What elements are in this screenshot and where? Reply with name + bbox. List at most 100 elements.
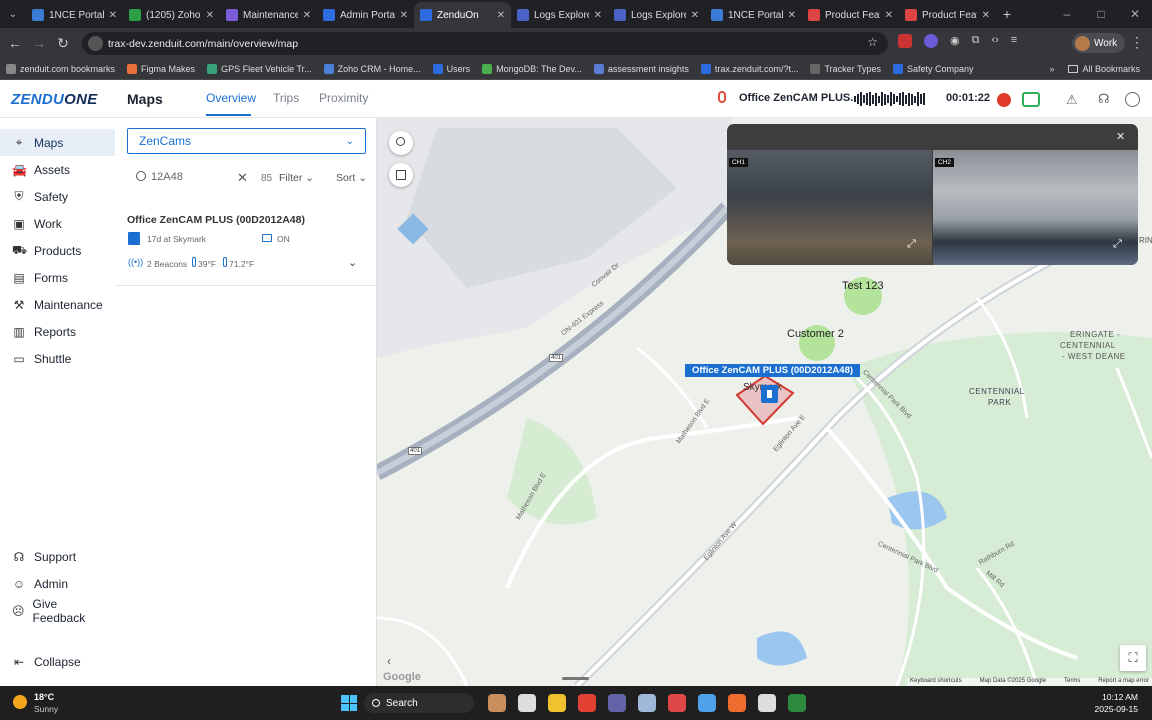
sidebar-item-shuttle[interactable]: ▭ Shuttle (0, 345, 115, 372)
video-call-button[interactable] (1022, 92, 1040, 107)
sidebar-item-forms[interactable]: ▤ Forms (0, 264, 115, 291)
close-tab-icon[interactable]: ✕ (303, 10, 311, 21)
device-map-label[interactable]: Office ZenCAM PLUS (00D2012A48) (685, 364, 861, 377)
tab-trips[interactable]: Trips (273, 91, 299, 105)
copilot-icon[interactable] (698, 694, 716, 712)
teams-icon[interactable] (608, 694, 626, 712)
browser-tab[interactable]: ZenduOn ✕ (414, 2, 511, 28)
maximize-button[interactable]: □ (1084, 7, 1118, 21)
bookmark-item[interactable]: Tracker Types (804, 63, 887, 74)
back-icon[interactable]: ← (3, 35, 27, 51)
end-call-button[interactable] (997, 93, 1011, 107)
reading-list-icon[interactable]: ≡ (1011, 34, 1017, 48)
browser-tab[interactable]: Admin Portal ✕ (317, 2, 414, 28)
extension-purple-icon[interactable] (924, 34, 938, 48)
settings-icon[interactable] (638, 694, 656, 712)
headset-icon[interactable]: ☊ (1098, 91, 1110, 107)
clear-search-icon[interactable]: ✕ (237, 170, 248, 186)
close-window-button[interactable]: ✕ (1118, 7, 1152, 21)
map-search-button[interactable] (389, 131, 413, 155)
devtools-icon[interactable]: ‹› (991, 34, 998, 48)
close-tab-icon[interactable]: ✕ (982, 10, 990, 21)
camera-extension-icon[interactable]: ◉ (950, 34, 960, 48)
video-channel-1[interactable]: CH1 ⤢ (727, 150, 932, 265)
user-account-icon[interactable] (1125, 92, 1140, 107)
chrome-icon[interactable] (578, 694, 596, 712)
tab-overview[interactable]: Overview (206, 91, 256, 105)
sidebar-item-support[interactable]: ☊ Support (0, 543, 115, 570)
map-view[interactable]: Test 123 Customer 2 Skymark Office ZenCA… (377, 118, 1152, 686)
browser-tab[interactable]: Logs Explore ✕ (608, 2, 705, 28)
expand-video-icon[interactable]: ⤢ (1113, 238, 1122, 251)
close-tab-icon[interactable]: ✕ (497, 10, 505, 21)
zenduone-logo[interactable]: ZENDUONE (11, 91, 98, 108)
close-video-button[interactable]: ✕ (1116, 130, 1125, 143)
start-windows-icon[interactable] (341, 695, 357, 711)
task-view-icon[interactable] (518, 694, 536, 712)
sidebar-item-maps[interactable]: ⌖ Maps (0, 129, 115, 156)
asset-type-dropdown[interactable]: ZenCams ⌄ (127, 128, 366, 154)
browser-tab[interactable]: Product Feat ✕ (802, 2, 899, 28)
sidebar-item-work[interactable]: ▣ Work (0, 210, 115, 237)
search-input[interactable] (151, 168, 233, 186)
close-tab-icon[interactable]: ✕ (691, 10, 699, 21)
browser-tab[interactable]: Maintenance ✕ (220, 2, 317, 28)
device-marker-icon[interactable] (761, 385, 778, 403)
asset-list-item[interactable]: Office ZenCAM PLUS (00D2012A48) 17d at S… (115, 204, 376, 286)
bookmark-item[interactable]: MongoDB: The Dev... (476, 63, 588, 74)
fullscreen-button[interactable]: ⛶ (1120, 645, 1146, 671)
sidebar-item-give-feedback[interactable]: ☹ Give Feedback (0, 597, 115, 625)
site-info-icon[interactable] (88, 36, 103, 51)
bookmark-item[interactable]: trax.zenduit.com/?t... (695, 63, 805, 74)
close-tab-icon[interactable]: ✕ (788, 10, 796, 21)
report-error-link[interactable]: Report a map error (1098, 678, 1149, 686)
tab-list-chevron-icon[interactable]: ⌄ (0, 9, 26, 20)
bookmark-star-icon[interactable]: ☆ (867, 35, 878, 49)
browser-tab[interactable]: Logs Explore ✕ (511, 2, 608, 28)
filter-button[interactable]: Filter ⌄ (279, 172, 314, 184)
reload-icon[interactable]: ↻ (51, 35, 75, 52)
profile-button[interactable]: Work (1072, 33, 1126, 53)
browser-tab[interactable]: (1205) Zoho ✕ (123, 2, 220, 28)
bookmarks-overflow-icon[interactable]: » (1041, 64, 1062, 74)
expand-video-icon[interactable]: ⤢ (907, 238, 916, 251)
teams-avatar-icon[interactable] (488, 694, 506, 712)
sidebar-item-maintenance[interactable]: ⚒ Maintenance (0, 291, 115, 318)
address-bar[interactable]: trax-dev.zenduit.com/main/overview/map ☆ (82, 32, 888, 55)
sidebar-item-reports[interactable]: ▥ Reports (0, 318, 115, 345)
taskbar-search[interactable]: Search (364, 693, 474, 713)
browser-tab[interactable]: Product Feat ✕ (899, 2, 996, 28)
close-tab-icon[interactable]: ✕ (885, 10, 893, 21)
extensions-puzzle-icon[interactable]: ⧉ (972, 34, 980, 48)
expand-chevron-icon[interactable]: ⌄ (348, 256, 357, 269)
browser-tab[interactable]: 1NCE Portal | ✕ (26, 2, 123, 28)
video-channel-2[interactable]: CH2 ⤢ (933, 150, 1138, 265)
sidebar-item-safety[interactable]: ⛨ Safety (0, 183, 115, 210)
whatsapp-icon[interactable] (758, 694, 776, 712)
minimize-button[interactable]: – (1050, 7, 1084, 21)
browser-menu-icon[interactable]: ⋮ (1130, 34, 1144, 51)
keyboard-shortcuts-link[interactable]: Keyboard shortcuts (910, 678, 962, 686)
snip-icon[interactable] (668, 694, 686, 712)
map-draw-area-button[interactable] (389, 163, 413, 187)
forward-icon[interactable]: → (27, 35, 51, 51)
bookmark-item[interactable]: Figma Makes (121, 63, 201, 74)
bookmark-item[interactable]: Safety Company (887, 63, 980, 74)
extension-red-icon[interactable] (898, 34, 912, 48)
sort-button[interactable]: Sort ⌄ (336, 172, 367, 184)
sidebar-item-products[interactable]: ⛟ Products (0, 237, 115, 264)
map-scroll-handle[interactable] (562, 677, 589, 680)
collapse-panel-chevron-icon[interactable]: ‹ (387, 654, 391, 668)
bookmark-item[interactable]: zenduit.com bookmarks (0, 63, 121, 74)
chrome-icon[interactable] (788, 694, 806, 712)
sidebar-item-assets[interactable]: 🚘 Assets (0, 156, 115, 183)
collapse-button[interactable]: ⇤ Collapse (0, 648, 115, 675)
alert-icon[interactable]: ⚠ (1066, 92, 1078, 108)
bookmark-item[interactable]: Users (427, 63, 477, 74)
sidebar-item-admin[interactable]: ☺ Admin (0, 570, 115, 597)
draw-icon[interactable] (728, 694, 746, 712)
terms-link[interactable]: Terms (1064, 678, 1080, 686)
close-tab-icon[interactable]: ✕ (400, 10, 408, 21)
close-tab-icon[interactable]: ✕ (206, 10, 214, 21)
close-tab-icon[interactable]: ✕ (109, 10, 117, 21)
